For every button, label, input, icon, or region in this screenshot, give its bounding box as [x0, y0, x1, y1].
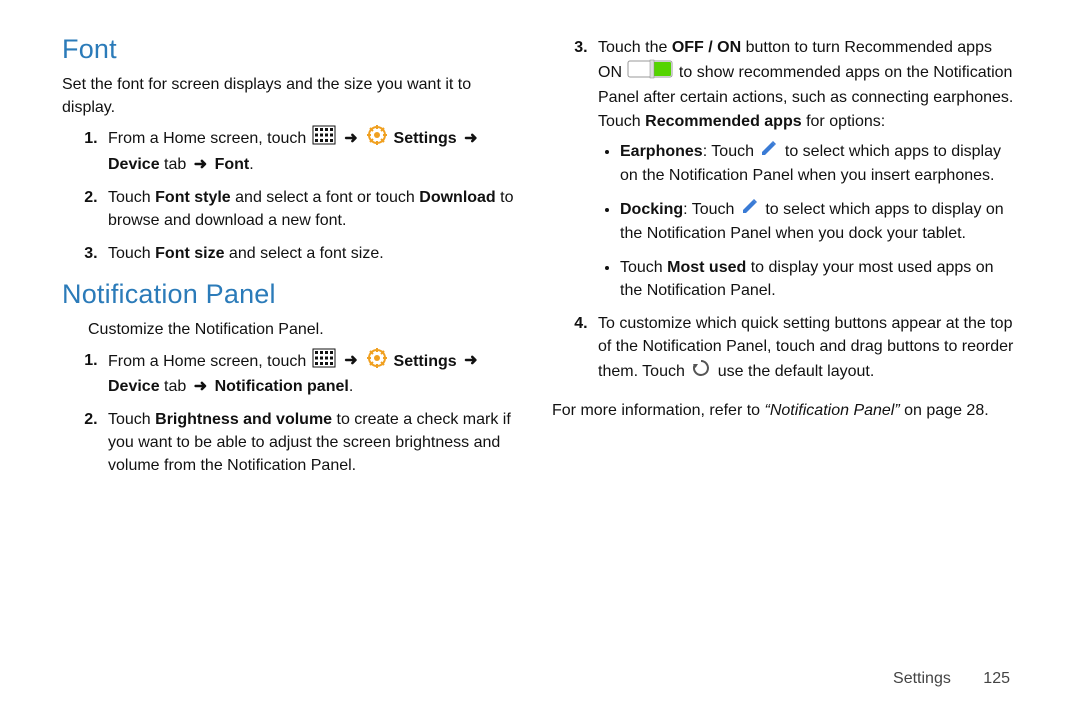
notif-step3: Touch the OFF / ON button to turn Recomm… — [592, 36, 1018, 302]
text: Touch — [108, 411, 155, 428]
toggle-on-icon — [628, 59, 672, 86]
edit-pencil-icon — [760, 139, 778, 164]
device-tab-label: Device — [108, 378, 160, 395]
most-used-label: Most used — [667, 259, 746, 276]
font-intro: Set the font for screen displays and the… — [62, 73, 528, 119]
recommended-apps-label: Recommended apps — [645, 113, 801, 130]
footer-page-number: 125 — [983, 670, 1010, 687]
text: From a Home screen, touch — [108, 130, 311, 147]
notif-step4: To customize which quick setting buttons… — [592, 312, 1018, 386]
off-on-label: OFF / ON — [672, 39, 741, 56]
text: Touch the — [598, 39, 672, 56]
arrow-icon: ➜ — [191, 378, 210, 395]
font-step1: From a Home screen, touch ➜ Settings ➜ D… — [102, 125, 528, 175]
arrow-icon: ➜ — [341, 130, 360, 147]
tab-word: tab — [160, 156, 191, 173]
heading-font: Font — [62, 34, 528, 65]
arrow-icon: ➜ — [341, 352, 360, 369]
text: Touch — [108, 245, 155, 262]
more-info: For more information, refer to “Notifica… — [552, 399, 1018, 422]
arrow-icon: ➜ — [461, 130, 480, 147]
docking-label: Docking — [620, 201, 683, 218]
settings-gear-icon — [367, 125, 387, 152]
arrow-icon: ➜ — [191, 156, 210, 173]
notif-steps: From a Home screen, touch ➜ Settings ➜ D… — [62, 348, 528, 478]
ref-title: “Notification Panel” — [765, 402, 900, 419]
text: : Touch — [703, 143, 759, 160]
font-steps: From a Home screen, touch ➜ Settings ➜ D… — [62, 125, 528, 265]
font-size-label: Font size — [155, 245, 224, 262]
apps-grid-icon — [313, 349, 335, 374]
settings-label: Settings — [394, 130, 457, 147]
font-style-label: Font style — [155, 189, 231, 206]
notif-steps-cont: Touch the OFF / ON button to turn Recomm… — [552, 36, 1018, 385]
text: on page 28. — [900, 402, 989, 419]
notif-step1: From a Home screen, touch ➜ Settings ➜ D… — [102, 348, 528, 398]
reset-icon — [691, 358, 711, 385]
device-tab-label: Device — [108, 156, 160, 173]
arrow-icon: ➜ — [461, 352, 480, 369]
text: Touch — [108, 189, 155, 206]
notif-intro: Customize the Notification Panel. — [62, 318, 528, 341]
text: and select a font or touch — [231, 189, 420, 206]
bullet-most-used: Touch Most used to display your most use… — [620, 256, 1018, 302]
apps-grid-icon — [313, 126, 335, 151]
text: for options: — [802, 113, 886, 130]
heading-notification-panel: Notification Panel — [62, 279, 528, 310]
edit-pencil-icon — [741, 197, 759, 222]
notif-dest: Notification panel — [215, 378, 349, 395]
text: For more information, refer to — [552, 402, 765, 419]
font-dest: Font — [215, 156, 250, 173]
text: and select a font size. — [224, 245, 383, 262]
footer-section: Settings — [893, 670, 951, 687]
download-label: Download — [419, 189, 495, 206]
text: use the default layout. — [718, 363, 875, 380]
notif-step2: Touch Brightness and volume to create a … — [102, 408, 528, 478]
brightness-volume-label: Brightness and volume — [155, 411, 332, 428]
recommended-apps-bullets: Earphones: Touch to select which apps to… — [598, 139, 1018, 302]
page-footer: Settings 125 — [893, 670, 1010, 688]
text: Touch — [620, 259, 667, 276]
tab-word: tab — [160, 378, 191, 395]
text: From a Home screen, touch — [108, 352, 311, 369]
font-step2: Touch Font style and select a font or to… — [102, 186, 528, 232]
earphones-label: Earphones — [620, 143, 703, 160]
text: : Touch — [683, 201, 739, 218]
settings-gear-icon — [367, 348, 387, 375]
settings-label: Settings — [394, 352, 457, 369]
bullet-docking: Docking: Touch to select which apps to d… — [620, 197, 1018, 245]
font-step3: Touch Font size and select a font size. — [102, 242, 528, 265]
bullet-earphones: Earphones: Touch to select which apps to… — [620, 139, 1018, 187]
